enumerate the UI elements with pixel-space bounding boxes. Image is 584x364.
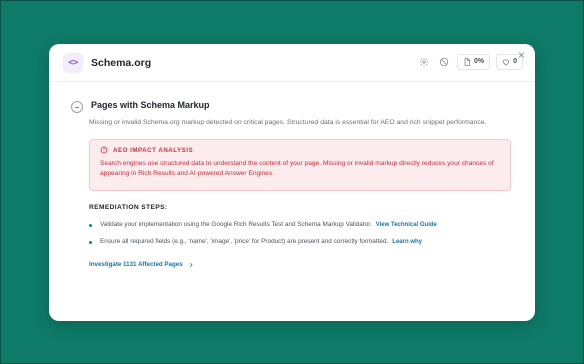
- section-header[interactable]: Pages with Schema Markup: [71, 100, 513, 113]
- step-text: Validate your implementation using the G…: [100, 221, 372, 228]
- aeo-text: Search engines use structured data to un…: [100, 160, 494, 177]
- chevron-right-icon: [189, 262, 193, 267]
- header-actions: 0% 0: [417, 53, 523, 70]
- learn-why-link[interactable]: Learn why: [392, 237, 422, 247]
- card-header: <> Schema.org 0% 0: [49, 44, 535, 82]
- investigate-label: Investigate 1131 Affected Pages: [89, 261, 183, 268]
- document-icon: [464, 57, 470, 66]
- view-technical-guide-link[interactable]: View Technical Guide: [376, 220, 437, 230]
- remediation-step: Validate your implementation using the G…: [89, 220, 513, 230]
- card-body: Pages with Schema Markup Missing or inva…: [49, 82, 535, 268]
- gear-icon: [419, 57, 429, 66]
- card-title: Schema.org: [91, 56, 152, 69]
- aeo-title: AEO IMPACT ANALYSIS: [113, 146, 194, 154]
- step-text: Ensure all required fields (e.g., 'name'…: [100, 238, 389, 245]
- likes-count: 0: [513, 58, 517, 65]
- aeo-title-row: AEO IMPACT ANALYSIS: [100, 146, 500, 154]
- close-icon[interactable]: ×: [518, 49, 525, 61]
- percent-label: 0%: [473, 58, 485, 65]
- code-icon: <>: [63, 52, 83, 73]
- ban-icon: [439, 57, 449, 66]
- issue-card: × <> Schema.org 0% 0 Pages with Schema M…: [49, 44, 535, 321]
- remediation-step: Ensure all required fields (e.g., 'name'…: [89, 237, 513, 247]
- remediation-steps: Validate your implementation using the G…: [89, 220, 513, 247]
- settings-button[interactable]: [417, 55, 431, 69]
- aeo-impact-box: AEO IMPACT ANALYSIS Search engines use s…: [89, 139, 511, 191]
- ignore-button[interactable]: [437, 55, 451, 69]
- investigate-pages-link[interactable]: Investigate 1131 Affected Pages: [89, 261, 513, 268]
- section-description: Missing or invalid Schema.org markup det…: [89, 119, 487, 126]
- remediation-heading: REMEDIATION STEPS:: [89, 204, 168, 211]
- minus-circle-icon[interactable]: [71, 101, 83, 113]
- alert-circle-icon: [100, 146, 108, 154]
- bullet: [89, 240, 92, 244]
- heart-icon: [503, 59, 510, 65]
- bullet: [89, 223, 92, 227]
- percent-pill[interactable]: 0%: [456, 53, 491, 70]
- section-title: Pages with Schema Markup: [91, 100, 210, 110]
